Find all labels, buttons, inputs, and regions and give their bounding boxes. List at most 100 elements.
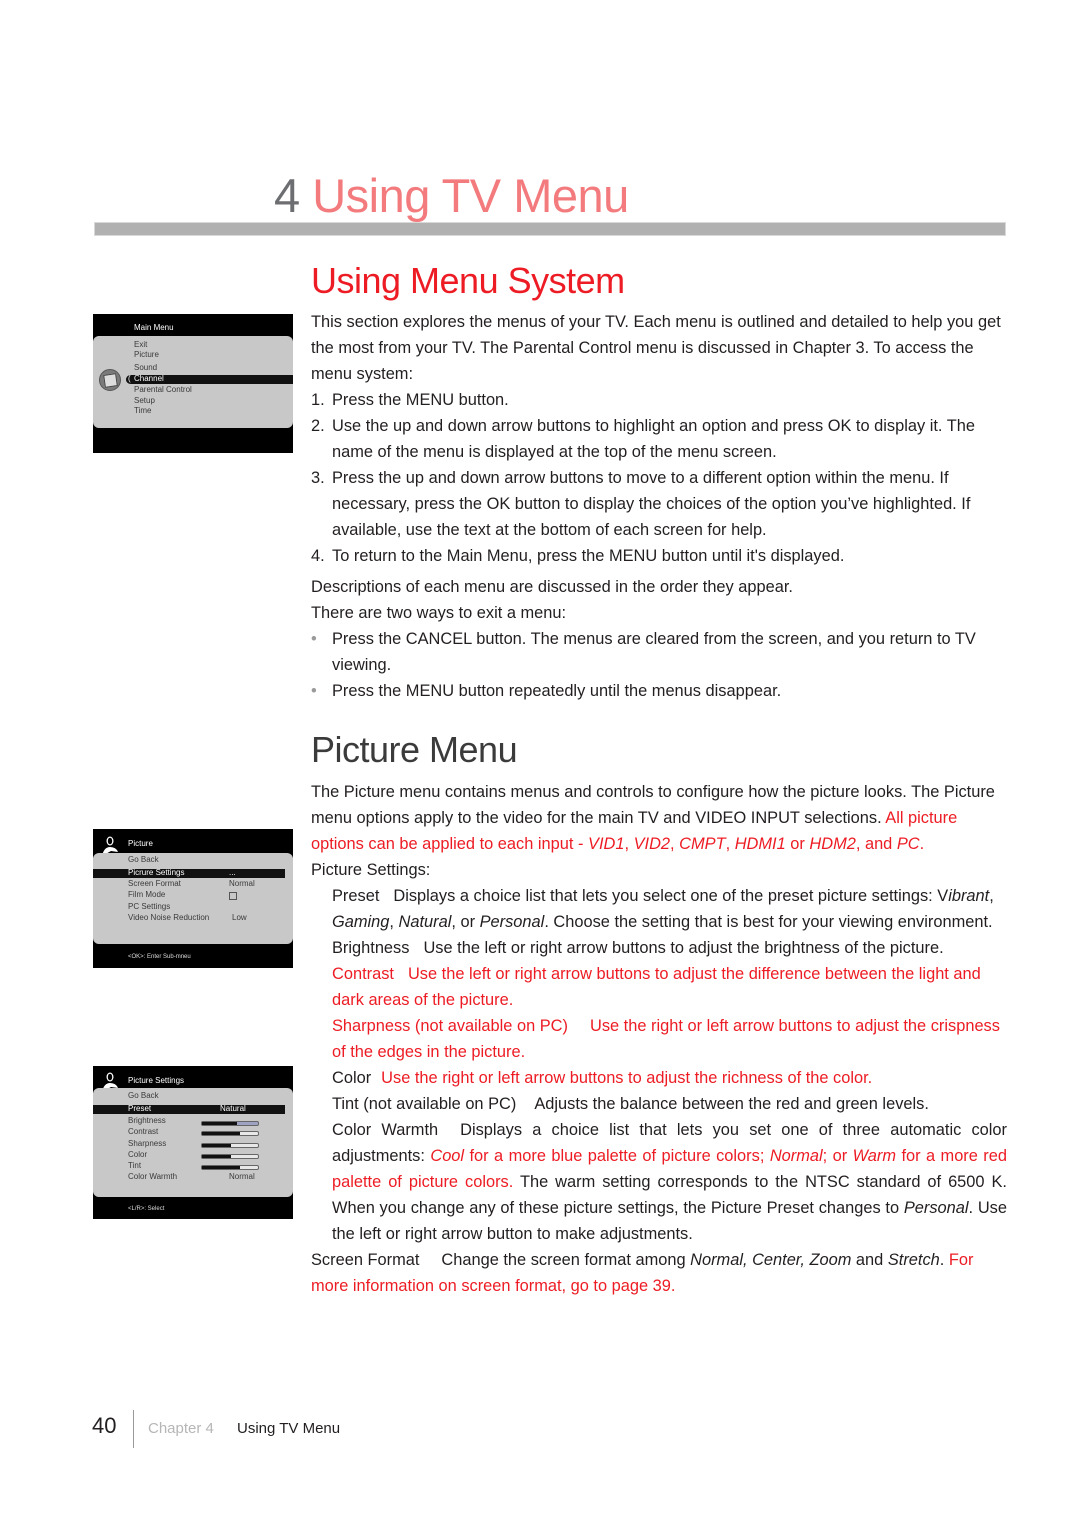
bullet-icon: • xyxy=(311,630,317,648)
bullet-text: Press the CANCEL button. The menus are c… xyxy=(332,630,976,674)
tv-menu-item-selected: Channel xyxy=(134,374,164,383)
footer-chapter-label: Chapter 4 xyxy=(148,1420,214,1437)
desc-text: Use the left or right arrow buttons to a… xyxy=(423,939,944,957)
input-vid1: VID1 xyxy=(588,835,625,853)
tv-menu-item-value: ... xyxy=(229,868,236,877)
step-item: 3. Press the up and down arrow buttons t… xyxy=(311,465,1011,543)
option-cool: Cool xyxy=(430,1147,465,1165)
tv-menu-item: Sound xyxy=(134,363,158,372)
color-slider xyxy=(201,1154,259,1159)
option-warm: Warm xyxy=(852,1147,897,1165)
separator: , or xyxy=(451,913,480,931)
film-mode-checkbox xyxy=(229,892,237,900)
tv-menu-item: Setup xyxy=(134,396,155,405)
tv-menu-selection-bar xyxy=(93,1105,285,1114)
contrast-slider xyxy=(201,1131,259,1136)
step-number: 3. xyxy=(311,469,325,487)
desc-text: Use the left or right arrow buttons to a… xyxy=(332,965,981,1009)
tv-menu-footer-hint: <OK>: Enter Sub-mneu xyxy=(128,954,191,960)
separator: , xyxy=(989,887,994,905)
tv-menu-title: Picture Settings xyxy=(128,1076,185,1085)
bullet-item: • Press the CANCEL button. The menus are… xyxy=(311,626,1011,678)
step-number: 4. xyxy=(311,547,325,565)
tv-menu-item: Screen Format xyxy=(128,879,181,888)
exit-intro: There are two ways to exit a menu: xyxy=(311,604,567,622)
menu-system-intro: This section explores the menus of your … xyxy=(311,313,1001,383)
color-warmth-description: Color Warmth Displays a choice list that … xyxy=(332,1117,1007,1247)
tv-menu-go-back: Go Back xyxy=(128,855,159,864)
tv-menu-title: Main Menu xyxy=(134,323,174,332)
step-text: To return to the Main Menu, press the ME… xyxy=(332,547,845,565)
slider-fill xyxy=(202,1155,231,1158)
tv-menu-selected-marker: ( xyxy=(128,374,131,383)
desc-red-text: for a more blue palette of picture color… xyxy=(464,1147,770,1165)
tv-menu-item: Exit xyxy=(134,340,148,349)
tv-menu-item: Picture xyxy=(134,350,159,359)
term-tint: Tint (not available on PC) xyxy=(332,1095,517,1113)
footer-divider xyxy=(133,1410,134,1448)
brightness-description: Brightness Use the left or right arrow bu… xyxy=(332,935,1007,961)
term-brightness: Brightness xyxy=(332,939,410,957)
term-sharpness: Sharpness (not available on PC) xyxy=(332,1017,568,1035)
desc-text: Use the right or left arrow buttons to a… xyxy=(381,1069,873,1087)
separator: . xyxy=(919,835,925,853)
desc-text: . Choose the setting that is best for yo… xyxy=(544,913,993,931)
step-text: Use the up and down arrow buttons to hig… xyxy=(332,417,975,461)
tv-menu-item: Color Warmth xyxy=(128,1172,178,1181)
step-item: 1. Press the MENU button. xyxy=(311,387,1011,413)
contrast-description: Contrast Use the left or right arrow butt… xyxy=(332,961,1007,1013)
tv-menu-selection-bar xyxy=(93,869,285,878)
term-color-warmth: Color Warmth xyxy=(332,1121,439,1139)
chapter-divider xyxy=(94,222,1006,236)
section-heading-picture-menu: Picture Menu xyxy=(311,729,518,770)
section-heading-menu-system: Using Menu System xyxy=(311,260,625,301)
desc-text: Displays a choice list that lets you sel… xyxy=(393,887,949,905)
tv-main-menu-screenshot: Main Menu Exit Picture Sound ( Channel P… xyxy=(93,314,293,453)
option-personal: Personal xyxy=(479,913,545,931)
term-screen-format: Screen Format xyxy=(311,1251,420,1269)
separator: , xyxy=(725,835,735,853)
tv-menu-item: Brightness xyxy=(128,1116,166,1125)
tv-menu-item: Color xyxy=(128,1150,148,1159)
tv-menu-item: Video Noise Reduction xyxy=(128,913,210,922)
format-options: Normal, Center, Zoom xyxy=(690,1251,852,1269)
input-hdmi1: HDMI1 xyxy=(734,835,786,853)
tv-menu-go-back: Go Back xyxy=(128,1091,159,1100)
tv-menu-item-value: Low xyxy=(232,913,247,922)
tv-menu-item: Sharpness xyxy=(128,1139,167,1148)
step-text: Press the up and down arrow buttons to m… xyxy=(332,469,971,539)
separator: , xyxy=(624,835,634,853)
separator: . xyxy=(939,1251,949,1269)
chapter-name: Using TV Menu xyxy=(312,169,629,222)
step-number: 1. xyxy=(311,391,325,409)
option-natural: Natural xyxy=(398,913,452,931)
separator: , and xyxy=(855,835,897,853)
slider-fill xyxy=(202,1144,232,1147)
tv-menu-item-selected: Picrure Settings xyxy=(128,868,185,877)
tv-menu-item: Contrast xyxy=(128,1127,159,1136)
tv-picture-menu-screenshot: Picture Go Back Picrure Settings ... Scr… xyxy=(93,829,293,968)
chapter-number: 4 xyxy=(274,169,300,222)
bullet-text: Press the MENU button repeatedly until t… xyxy=(332,682,782,700)
option-personal: Personal xyxy=(903,1199,969,1217)
option-normal: Normal xyxy=(769,1147,823,1165)
tv-picture-settings-screenshot: Picture Settings Go Back Preset Natural … xyxy=(93,1066,293,1219)
bullet-item: • Press the MENU button repeatedly until… xyxy=(311,678,1011,704)
step-item: 4. To return to the Main Menu, press the… xyxy=(311,543,1011,569)
slider-fill xyxy=(202,1122,237,1125)
tv-menu-item: Tint xyxy=(128,1161,142,1170)
picture-menu-intro: The Picture menu contains menus and cont… xyxy=(311,779,1011,857)
separator: and xyxy=(851,1251,888,1269)
step-item: 2. Use the up and down arrow buttons to … xyxy=(311,413,1011,465)
desc-text: Adjusts the balance between the red and … xyxy=(534,1095,929,1113)
separator: , xyxy=(389,913,399,931)
term-preset: Preset xyxy=(332,887,380,905)
input-hdm2: HDM2 xyxy=(809,835,856,853)
option-gaming: Gaming xyxy=(332,913,390,931)
tv-menu-item-value: Normal xyxy=(229,1172,255,1181)
separator: or xyxy=(785,835,810,853)
slider-fill xyxy=(202,1132,240,1135)
desc-red-text: ; or xyxy=(822,1147,853,1165)
tv-menu-item-value: Natural xyxy=(220,1104,246,1113)
chapter-title: 4 Using TV Menu xyxy=(274,168,629,224)
